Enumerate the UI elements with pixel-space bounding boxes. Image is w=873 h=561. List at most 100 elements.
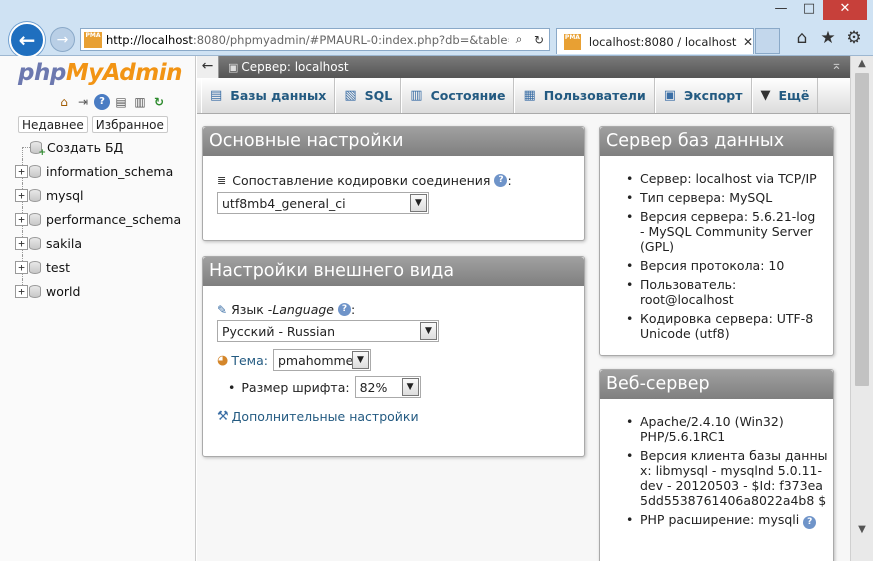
more-settings-row: ⚒ Дополнительные настройки bbox=[217, 409, 570, 424]
create-db-item[interactable]: Создать БД bbox=[15, 135, 195, 159]
home-icon[interactable]: ⌂ bbox=[56, 94, 72, 110]
favorites-tab[interactable]: Избранное bbox=[91, 116, 168, 133]
users-icon: ▦ bbox=[523, 88, 536, 103]
close-window-button[interactable]: ✕ bbox=[823, 0, 867, 20]
menu-more[interactable]: ▼ Ещё bbox=[751, 78, 819, 113]
scroll-down-icon[interactable]: ▼ bbox=[851, 522, 873, 538]
address-url[interactable]: http://localhost:8080/phpmyadmin/#PMAURL… bbox=[106, 33, 509, 47]
browser-tab-active[interactable]: PMA localhost:8080 / localhost | ... ✕ bbox=[556, 28, 754, 54]
db-name[interactable]: test bbox=[46, 260, 70, 275]
window-controls: — □ ✕ bbox=[767, 0, 867, 22]
maximize-button[interactable]: □ bbox=[795, 0, 823, 20]
menu-status[interactable]: ▥ Состояние bbox=[401, 78, 515, 113]
more-settings-link[interactable]: Дополнительные настройки bbox=[232, 409, 419, 424]
search-icon[interactable]: ⌕ bbox=[511, 32, 527, 47]
back-button[interactable]: ← bbox=[9, 22, 45, 58]
logout-icon[interactable]: ⇥ bbox=[75, 94, 91, 110]
db-name[interactable]: world bbox=[46, 284, 80, 299]
browser-chrome: — □ ✕ ← → PMA http://localhost:8080/phpm… bbox=[0, 0, 873, 58]
list-item: Кодировка сервера: UTF-8 Unicode (utf8) bbox=[624, 311, 823, 341]
theme-select[interactable]: pmahomme ▼ bbox=[272, 349, 371, 371]
settings-gear-icon[interactable]: ⚙ bbox=[845, 28, 863, 48]
database-tree: Создать БД + information_schema + mysql … bbox=[15, 135, 195, 303]
favorites-star-icon[interactable]: ★ bbox=[819, 28, 837, 48]
menu-sql[interactable]: ▧ SQL bbox=[335, 78, 402, 113]
list-item: Пользователь: root@localhost bbox=[624, 277, 823, 307]
collapse-nav-button[interactable]: ← bbox=[197, 56, 219, 78]
expand-icon[interactable]: + bbox=[15, 164, 28, 178]
main-content: ← ▣ Сервер: localhost ⌅ ▤ Базы данных ▧ … bbox=[197, 56, 850, 561]
scrollbar-thumb[interactable] bbox=[855, 73, 869, 386]
help-icon[interactable]: ? bbox=[338, 303, 352, 316]
list-item: Версия сервера: 5.6.21-log - MySQL Commu… bbox=[624, 209, 823, 254]
help-icon[interactable]: ? bbox=[803, 516, 817, 529]
db-server-info-list: Сервер: localhost via TCP/IP Тип сервера… bbox=[624, 171, 823, 341]
database-icon bbox=[29, 188, 41, 202]
back-arrow-icon: ← bbox=[18, 28, 36, 52]
navigation-panel: phpMyAdmin ⌂ ⇥ ? ▤ ▥ ↻ Недавнее Избранно… bbox=[0, 56, 196, 561]
expand-icon[interactable]: + bbox=[15, 212, 28, 226]
font-size-select[interactable]: 82% ▼ bbox=[354, 376, 421, 398]
list-item: Версия клиента базы данных: libmysql - m… bbox=[624, 448, 829, 508]
server-breadcrumb-bar: ← ▣ Сервер: localhost ⌅ bbox=[197, 56, 850, 78]
database-icon bbox=[29, 260, 41, 274]
db-item-performance-schema[interactable]: + performance_schema bbox=[15, 207, 195, 231]
database-icon bbox=[29, 164, 41, 178]
db-item-world[interactable]: + world bbox=[15, 279, 195, 303]
sql-icon: ▧ bbox=[344, 88, 357, 103]
db-item-test[interactable]: + test bbox=[15, 255, 195, 279]
minimize-button[interactable]: — bbox=[767, 0, 795, 20]
menu-databases[interactable]: ▤ Базы данных bbox=[201, 78, 336, 113]
export-icon: ▣ bbox=[663, 88, 677, 103]
general-settings-panel: Основные настройки ≣ Сопоставление кодир… bbox=[202, 126, 585, 241]
scroll-up-icon[interactable]: ▲ bbox=[851, 56, 873, 72]
help-icon[interactable]: ? bbox=[94, 94, 110, 110]
menu-users[interactable]: ▦ Пользователи bbox=[514, 78, 655, 113]
home-icon[interactable]: ⌂ bbox=[793, 28, 811, 48]
refresh-icon[interactable]: ↻ bbox=[531, 33, 547, 47]
expand-icon[interactable]: + bbox=[15, 236, 28, 250]
panel-title: Основные настройки bbox=[203, 127, 584, 156]
db-name[interactable]: information_schema bbox=[46, 164, 173, 179]
new-tab-button[interactable] bbox=[755, 28, 780, 54]
chevron-down-icon: ▼ bbox=[351, 351, 369, 369]
address-bar[interactable]: PMA http://localhost:8080/phpmyadmin/#PM… bbox=[80, 28, 550, 51]
theme-link[interactable]: Тема: bbox=[231, 353, 268, 368]
recent-tab[interactable]: Недавнее bbox=[18, 116, 88, 133]
settings-icon[interactable]: ▥ bbox=[132, 94, 148, 110]
language-select[interactable]: Русский - Russian ▼ bbox=[217, 320, 439, 342]
menu-export[interactable]: ▣ Экспорт bbox=[654, 78, 752, 113]
reload-icon[interactable]: ↻ bbox=[151, 94, 167, 110]
bullet: • bbox=[228, 379, 236, 395]
list-item: Версия протокола: 10 bbox=[624, 258, 823, 273]
collapse-topbar-icon[interactable]: ⌅ bbox=[831, 58, 842, 73]
expand-icon[interactable]: + bbox=[15, 260, 28, 274]
db-item-sakila[interactable]: + sakila bbox=[15, 231, 195, 255]
forward-button[interactable]: → bbox=[50, 27, 75, 52]
documentation-icon[interactable]: ▤ bbox=[113, 94, 129, 110]
phpmyadmin-logo[interactable]: phpMyAdmin bbox=[18, 60, 182, 86]
nav-tabs: Недавнее Избранное bbox=[18, 116, 168, 133]
db-item-mysql[interactable]: + mysql bbox=[15, 183, 195, 207]
db-item-information-schema[interactable]: + information_schema bbox=[15, 159, 195, 183]
db-name[interactable]: sakila bbox=[46, 236, 82, 251]
db-name[interactable]: performance_schema bbox=[46, 212, 181, 227]
help-icon[interactable]: ? bbox=[494, 174, 508, 187]
breadcrumb-server[interactable]: Сервер: localhost bbox=[241, 60, 348, 74]
wrench-icon: ⚒ bbox=[217, 409, 229, 424]
language-icon: ✎ bbox=[217, 302, 228, 317]
tab-title: localhost:8080 / localhost | ... bbox=[588, 34, 737, 49]
db-name[interactable]: mysql bbox=[46, 188, 84, 203]
tab-close-icon[interactable]: ✕ bbox=[743, 35, 753, 49]
browser-toolbar: ⌂ ★ ⚙ bbox=[793, 28, 863, 48]
new-database-icon bbox=[30, 140, 46, 158]
web-server-panel: Веб-сервер Apache/2.4.10 (Win32) PHP/5.6… bbox=[599, 369, 834, 561]
pma-favicon-icon: PMA bbox=[84, 31, 102, 48]
expand-icon[interactable]: + bbox=[15, 188, 28, 202]
chevron-down-icon: ▼ bbox=[410, 194, 427, 212]
vertical-scrollbar[interactable]: ▲ ▼ bbox=[850, 56, 873, 561]
language-label: ✎ Язык - Language ? : bbox=[217, 302, 356, 317]
collation-select[interactable]: utf8mb4_general_ci ▼ bbox=[217, 192, 429, 214]
server-icon: ▣ bbox=[228, 60, 239, 74]
expand-icon[interactable]: + bbox=[15, 284, 28, 298]
